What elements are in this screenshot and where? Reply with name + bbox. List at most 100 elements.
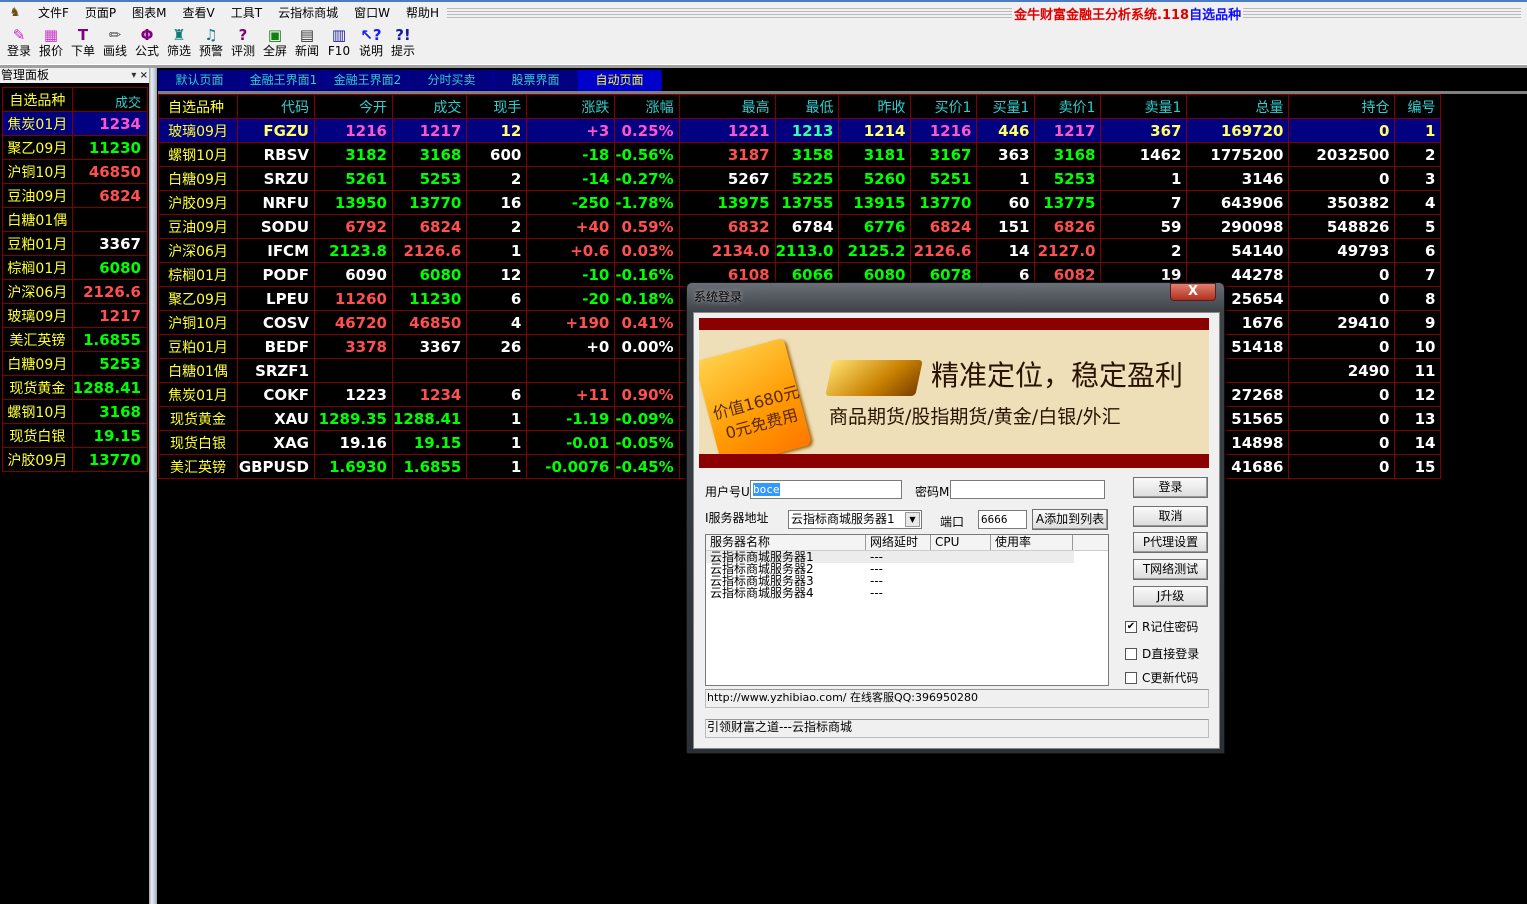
toolbar-button-10[interactable]: ▥ F10 [323, 23, 355, 64]
grid-cell: 0 [1288, 430, 1396, 455]
grid-row[interactable]: 豆油09月 SODU 6792 6824 2 +40 0.59% 6832 6784 6776 68… [158, 214, 1442, 239]
column-header[interactable]: 涨跌 [526, 94, 616, 119]
toolbar-button-6[interactable]: ♫ 预警 [195, 23, 227, 64]
panel-dropdown-icon[interactable]: ▾ [131, 70, 136, 81]
panel-row[interactable]: 沪铜10月 46850 [2, 159, 149, 184]
column-header[interactable]: 总量 [1186, 94, 1290, 119]
toolbar-button-9[interactable]: ▤ 新闻 [291, 23, 323, 64]
proxy-settings-button[interactable]: P代理设置 [1133, 532, 1208, 553]
menu-window[interactable]: 窗口W [346, 4, 398, 21]
panel-row[interactable]: 现货黄金 1288.41 [2, 375, 149, 400]
panel-row[interactable]: 螺钢10月 3168 [2, 399, 149, 424]
user-input[interactable]: boce [750, 480, 902, 499]
remember-password-checkbox[interactable]: ✔ R记住密码 [1125, 618, 1198, 635]
panel-row[interactable]: 聚乙09月 11230 [2, 135, 149, 160]
toolbar-button-2[interactable]: T 下单 [67, 23, 99, 64]
upgrade-button[interactable]: J升级 [1133, 586, 1208, 607]
toolbar-button-12[interactable]: ?! 提示 [387, 23, 419, 64]
toolbar-button-4[interactable]: Φ 公式 [131, 23, 163, 64]
tab-1[interactable]: 金融王界面1 [242, 70, 326, 91]
chevron-down-icon[interactable]: ▼ [905, 512, 920, 527]
toolbar-button-0[interactable]: ✎ 登录 [3, 23, 35, 64]
panel-row-value: 13770 [71, 447, 149, 472]
menu-help[interactable]: 帮助H [398, 4, 447, 21]
col-server-name[interactable]: 服务器名称 [706, 535, 866, 550]
column-header[interactable]: 最高 [678, 94, 776, 119]
password-input[interactable] [950, 480, 1105, 499]
column-header[interactable]: 买量1 [976, 94, 1036, 119]
panel-row[interactable]: 玻璃09月 1217 [2, 303, 149, 328]
tab-4[interactable]: 股票界面 [494, 70, 578, 91]
menu-page[interactable]: 页面P [77, 4, 124, 21]
toolbar-button-11[interactable]: ↖? 说明 [355, 23, 387, 64]
app-logo-icon[interactable]: ♞ [4, 5, 26, 21]
grid-cell: -14 [526, 166, 616, 191]
server-list[interactable]: 服务器名称 网络延时 CPU 使用率 云指标商城服务器1 --- 云指标商城服务器2… [705, 534, 1109, 686]
panel-row[interactable]: 棕榈01月 6080 [2, 255, 149, 280]
col-cpu[interactable]: CPU [931, 535, 991, 550]
grid-row[interactable]: 玻璃09月 FGZU 1216 1217 12 +3 0.25% 1221 1213 1214 12… [158, 118, 1442, 143]
tab-2[interactable]: 金融王界面2 [326, 70, 410, 91]
tab-3[interactable]: 分时买卖 [410, 70, 494, 91]
panel-col-name[interactable]: 自选品种 [2, 87, 73, 112]
dialog-close-button[interactable]: X [1170, 283, 1216, 301]
column-header[interactable]: 买价1 [910, 94, 978, 119]
column-header[interactable]: 昨收 [838, 94, 912, 119]
menu-tools[interactable]: 工具T [223, 4, 270, 21]
column-header[interactable]: 持仓 [1288, 94, 1396, 119]
menu-chart[interactable]: 图表M [124, 4, 174, 21]
column-header[interactable]: 最低 [774, 94, 840, 119]
grid-cell: 643906 [1186, 190, 1290, 215]
panel-close-icon[interactable]: × [140, 70, 148, 81]
network-test-button[interactable]: T网络测试 [1133, 559, 1208, 580]
add-to-list-button[interactable]: A添加到列表 [1032, 509, 1108, 530]
login-button[interactable]: 登录 [1133, 477, 1208, 498]
col-latency[interactable]: 网络延时 [866, 535, 931, 550]
menu-indicator-store[interactable]: 云指标商城 [270, 4, 346, 21]
panel-splitter[interactable] [149, 68, 157, 904]
grid-cell: 1216 [314, 118, 393, 143]
toolbar-button-5[interactable]: ♜ 筛选 [163, 23, 195, 64]
grid-row[interactable]: 沪胶09月 NRFU 13950 13770 16 -250 -1.78% 13975 1375… [158, 190, 1442, 215]
grid-cell: 2126.6 [910, 238, 978, 263]
server-list-item[interactable]: 云指标商城服务器4 --- [706, 587, 1108, 599]
col-usage[interactable]: 使用率 [991, 535, 1073, 550]
grid-cell: 1223 [314, 382, 393, 407]
column-header[interactable]: 编号 [1394, 94, 1442, 119]
toolbar-button-1[interactable]: ▦ 报价 [35, 23, 67, 64]
panel-row[interactable]: 豆粕01月 3367 [2, 231, 149, 256]
panel-row[interactable]: 美汇英镑 1.6855 [2, 327, 149, 352]
column-header[interactable]: 代码 [237, 94, 315, 119]
update-code-checkbox[interactable]: C更新代码 [1125, 669, 1198, 686]
tab-5[interactable]: 自动页面 [578, 70, 662, 91]
panel-row[interactable]: 白糖01偶 [2, 207, 149, 232]
toolbar-button-7[interactable]: ? 评测 [227, 23, 259, 64]
direct-login-checkbox[interactable]: D直接登录 [1125, 645, 1199, 662]
column-header[interactable]: 自选品种 [158, 94, 238, 119]
column-header[interactable]: 成交 [391, 94, 468, 119]
panel-row[interactable]: 豆油09月 6824 [2, 183, 149, 208]
tab-0[interactable]: 默认页面 [158, 70, 242, 91]
menu-file[interactable]: 文件F [30, 4, 77, 21]
server-select[interactable]: 云指标商城服务器1 ▼ [788, 510, 922, 529]
panel-row[interactable]: 焦炭01月 1234 [2, 111, 149, 136]
panel-row[interactable]: 白糖09月 5253 [2, 351, 149, 376]
column-header[interactable]: 卖价1 [1034, 94, 1102, 119]
menu-view[interactable]: 查看V [175, 4, 223, 21]
panel-col-value[interactable]: 成交 [71, 87, 149, 112]
grid-cell: 5267 [678, 166, 776, 191]
grid-row[interactable]: 白糖09月 SRZU 5261 5253 2 -14 -0.27% 5267 5225 5260 5… [158, 166, 1442, 191]
panel-row[interactable]: 现货白银 19.15 [2, 423, 149, 448]
panel-row[interactable]: 沪深06月 2126.6 [2, 279, 149, 304]
column-header[interactable]: 现手 [466, 94, 528, 119]
column-header[interactable]: 今开 [314, 94, 393, 119]
grid-row[interactable]: 螺钢10月 RBSV 3182 3168 600 -18 -0.56% 3187 3158 318… [158, 142, 1442, 167]
column-header[interactable]: 涨幅 [614, 94, 680, 119]
panel-row[interactable]: 沪胶09月 13770 [2, 447, 149, 472]
toolbar-button-8[interactable]: ▣ 全屏 [259, 23, 291, 64]
grid-row[interactable]: 沪深06月 IFCM 2123.8 2126.6 1 +0.6 0.03% 2134.0 211… [158, 238, 1442, 263]
toolbar-button-3[interactable]: ✏ 画线 [99, 23, 131, 64]
port-input[interactable]: 6666 [978, 510, 1027, 529]
cancel-button[interactable]: 取消 [1133, 506, 1208, 527]
column-header[interactable]: 卖量1 [1100, 94, 1188, 119]
